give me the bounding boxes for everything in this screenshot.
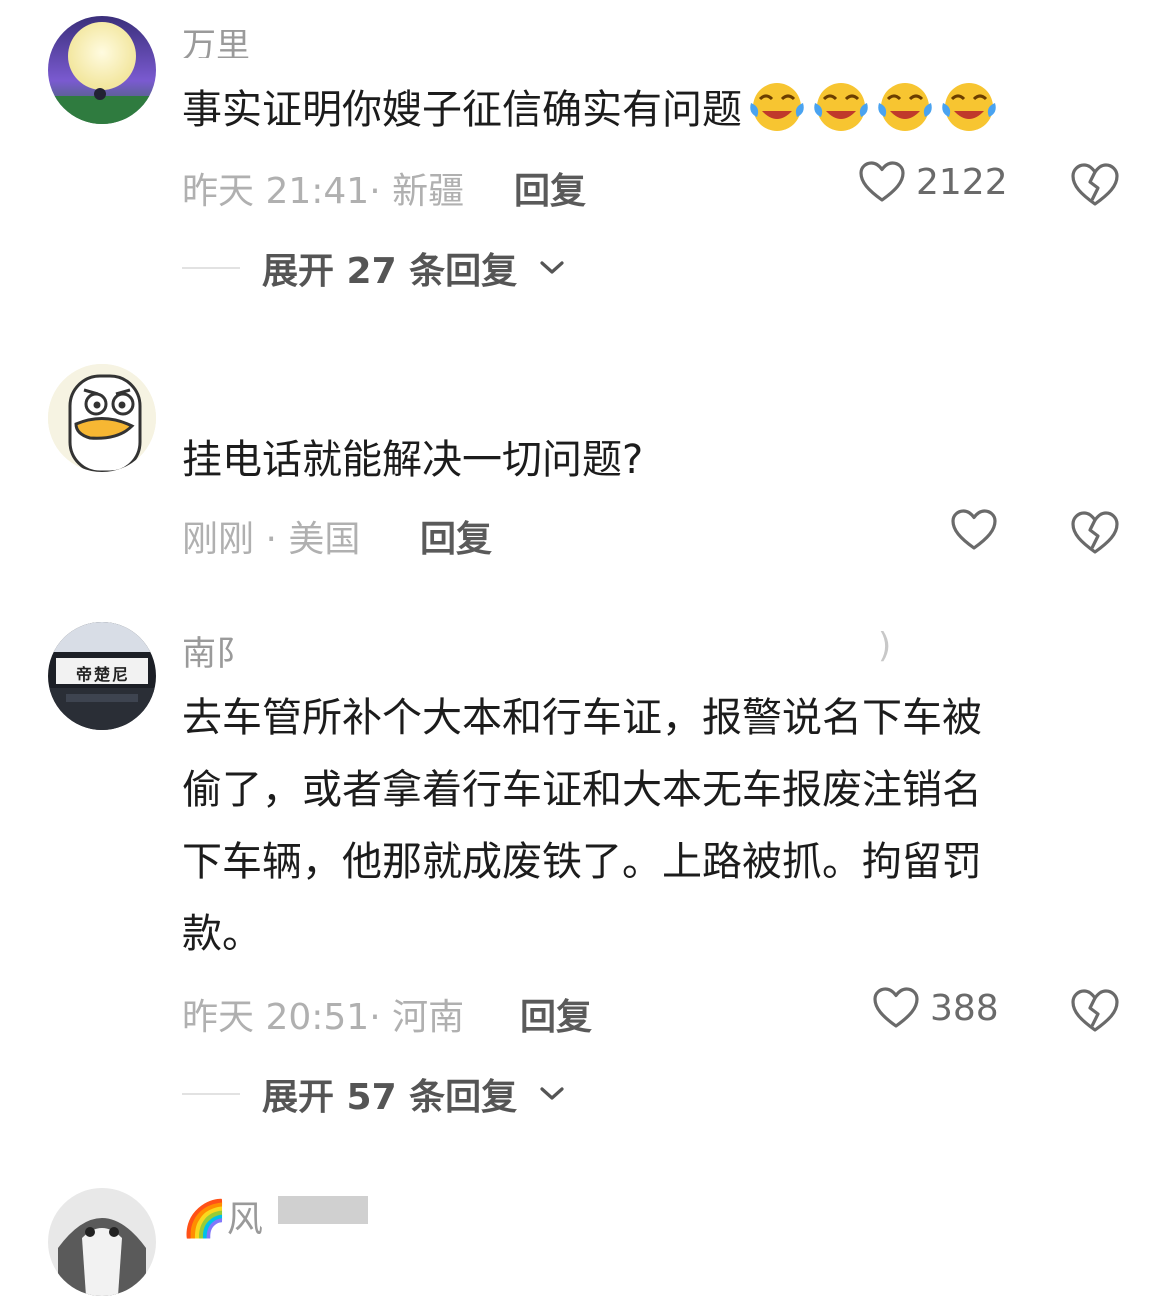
heart-icon[interactable]	[950, 508, 998, 552]
crying-laughing-icon	[878, 83, 932, 131]
comment-time-location: 昨天 20:51· 河南	[182, 997, 465, 1038]
redaction-block	[278, 1196, 368, 1224]
heart-icon	[859, 161, 905, 202]
expand-replies-button[interactable]: 展开 27 条回复	[182, 242, 565, 294]
like-button[interactable]: 388	[872, 986, 999, 1030]
comment-text-body: 事实证明你嫂子征信确实有问题	[182, 87, 742, 133]
duck-cartoon-avatar	[48, 364, 156, 472]
chevron-down-icon	[540, 1087, 564, 1100]
comment-text-line: 款。	[182, 911, 262, 957]
top-crop-mask	[175, 0, 475, 30]
avatar[interactable]	[48, 16, 156, 124]
crying-laughing-icon	[814, 83, 868, 131]
expand-replies-button[interactable]: 展开 57 条回复	[182, 1068, 565, 1120]
reply-button[interactable]: 回复	[520, 988, 592, 1040]
heart-icon	[873, 987, 919, 1028]
reply-button[interactable]: 回复	[420, 510, 492, 562]
like-count: 388	[930, 987, 999, 1029]
divider-line	[182, 1093, 240, 1095]
comment-text-line: 去车管所补个大本和行车证，报警说名下车被	[182, 695, 982, 741]
like-count: 2122	[916, 161, 1008, 203]
broken-heart-icon[interactable]	[1070, 162, 1120, 208]
comment-text-line: 偷了，或者拿着行车证和大本无车报废注销名	[182, 767, 982, 813]
chevron-down-icon	[540, 261, 564, 274]
avatar[interactable]	[48, 1188, 156, 1296]
comment-text: 挂电话就能解决一切问题?	[182, 437, 644, 483]
comment-time-location: 昨天 21:41· 新疆	[182, 171, 465, 212]
username-suffix: )	[878, 626, 892, 666]
crying-laughing-icon	[750, 83, 804, 131]
username[interactable]: 南阝	[182, 626, 250, 675]
comment-text: 事实证明你嫂子征信确实有问题	[182, 74, 998, 146]
crying-laughing-icon	[942, 83, 996, 131]
username[interactable]: 🌈风	[182, 1190, 263, 1242]
avatar[interactable]	[48, 364, 156, 472]
reply-button[interactable]: 回复	[514, 162, 586, 214]
comment-text: 去车管所补个大本和行车证，报警说名下车被 偷了，或者拿着行车证和大本无车报废注销…	[182, 682, 1102, 970]
expand-replies-label: 展开 27 条回复	[262, 251, 518, 292]
comment-text-line: 下车辆，他那就成废铁了。上路被抓。拘留罚	[182, 839, 982, 885]
comment-time-location: 刚刚 · 美国	[182, 519, 361, 560]
avatar-sign-text: 帝楚尼	[76, 665, 131, 684]
expand-replies-label: 展开 57 条回复	[262, 1077, 518, 1118]
avatar[interactable]: 帝楚尼	[48, 622, 156, 730]
broken-heart-icon[interactable]	[1070, 988, 1120, 1034]
broken-heart-icon[interactable]	[1070, 510, 1120, 556]
divider-line	[182, 267, 240, 269]
like-button[interactable]: 2122	[858, 160, 1008, 204]
husky-dog-avatar	[48, 1188, 156, 1296]
moon-landscape-avatar	[48, 16, 156, 124]
